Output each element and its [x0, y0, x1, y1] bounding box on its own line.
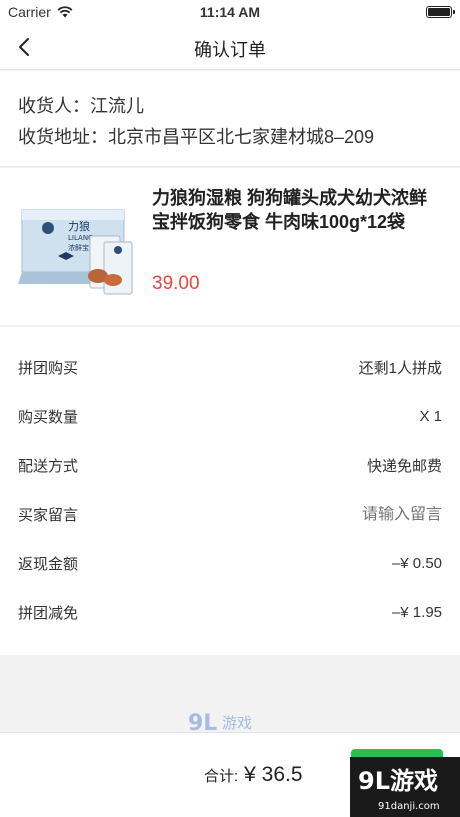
clock: 11:14 AM	[199, 4, 261, 20]
navigation-bar: 确认订单	[0, 24, 460, 70]
group-discount-value: –¥ 1.95	[391, 604, 442, 621]
order-details: 拼团购买 还剩1人拼成 购买数量 X 1 配送方式 快递免邮费 买家留言 返现金…	[0, 327, 460, 655]
group-buy-value: 还剩1人拼成	[358, 360, 442, 377]
product-image-sub: 浓鲜宝	[68, 243, 89, 252]
page-title: 确认订单	[194, 40, 266, 60]
product-image: 力狼 LILANG 浓鲜宝	[18, 209, 133, 295]
status-bar: Carrier 11:14 AM	[0, 0, 460, 24]
product-card: 力狼 LILANG 浓鲜宝 力狼狗湿粮 狗狗罐头成犬幼犬浓鲜宝拌饭狗零食 牛肉味…	[0, 168, 460, 326]
total-label: 合计:	[204, 768, 239, 785]
order-total: 合计: ¥ 36.5	[204, 763, 303, 787]
total-amount: ¥ 36.5	[244, 763, 303, 786]
message-input[interactable]	[302, 505, 442, 524]
svg-text:游戏: 游戏	[222, 714, 252, 732]
cashback-label: 返现金额	[18, 556, 79, 573]
watermark-logo-text: 9L游戏	[358, 767, 438, 795]
receiver-address: 收货地址：北京市昌平区北七家建材城8–209	[18, 127, 375, 147]
message-row: 买家留言	[18, 490, 442, 539]
shipping-address[interactable]: 收货人：江流儿 收货地址：北京市昌平区北七家建材城8–209	[0, 71, 460, 167]
quantity-row: 购买数量 X 1	[18, 392, 442, 441]
group-buy-label: 拼团购买	[18, 360, 79, 377]
quantity-label: 购买数量	[18, 409, 79, 426]
message-label: 买家留言	[18, 507, 79, 524]
cashback-value: –¥ 0.50	[391, 555, 442, 572]
watermark-site: 91danji.com	[378, 801, 440, 812]
quantity-value: X 1	[419, 408, 442, 425]
delivery-value: 快递免邮费	[366, 458, 442, 475]
product-price: 39.00	[152, 273, 200, 294]
watermark-badge: 9L游戏 91danji.com	[350, 757, 460, 817]
group-discount-row: 拼团减免 –¥ 1.95	[18, 588, 442, 637]
product-image-brand: 力狼	[68, 219, 90, 233]
delivery-label: 配送方式	[18, 458, 79, 475]
cashback-row: 返现金额 –¥ 0.50	[18, 539, 442, 588]
receiver-name: 收货人：江流儿	[18, 96, 144, 116]
delivery-row: 配送方式 快递免邮费	[18, 441, 442, 490]
product-name: 力狼狗湿粮 狗狗罐头成犬幼犬浓鲜宝拌饭狗零食 牛肉味100g*12袋	[152, 188, 427, 232]
group-buy-row: 拼团购买 还剩1人拼成	[18, 343, 442, 392]
group-discount-label: 拼团减免	[18, 605, 79, 622]
battery-icon	[426, 6, 455, 18]
